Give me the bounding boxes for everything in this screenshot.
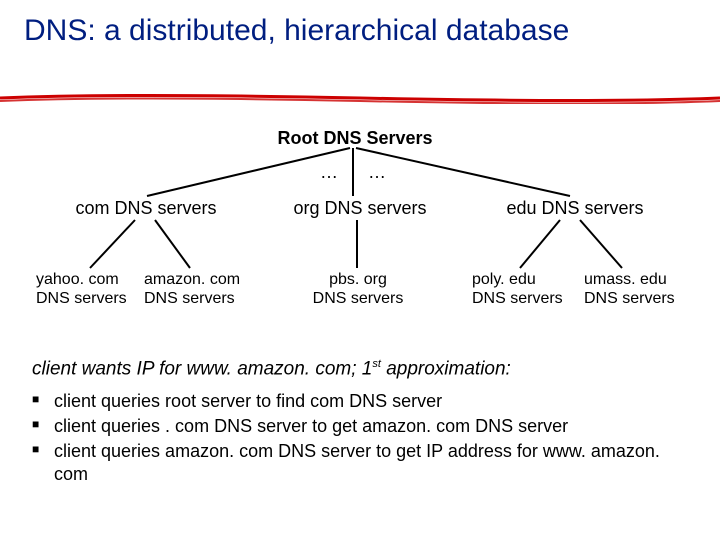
- bullet-item: client queries amazon. com DNS server to…: [32, 440, 692, 486]
- bullet-item: client queries . com DNS server to get a…: [32, 415, 692, 438]
- node-text: poly. edu: [472, 271, 536, 288]
- explanation-block: client wants IP for www. amazon. com; 1s…: [32, 358, 692, 488]
- scenario-prefix: client wants IP for www. amazon. com; 1: [32, 358, 372, 379]
- root-dns-node: Root DNS Servers: [250, 128, 460, 150]
- ellipsis-left: …: [320, 162, 338, 184]
- umass-dns-node: umass. edu DNS servers: [584, 270, 694, 308]
- amazon-dns-node: amazon. com DNS servers: [144, 270, 254, 308]
- node-text: amazon. com: [144, 271, 240, 288]
- org-dns-node: org DNS servers: [280, 198, 440, 220]
- poly-dns-node: poly. edu DNS servers: [472, 270, 572, 308]
- node-text: DNS servers: [144, 290, 235, 307]
- bullet-list: client queries root server to find com D…: [32, 390, 692, 486]
- node-text: umass. edu: [584, 271, 667, 288]
- yahoo-dns-node: yahoo. com DNS servers: [36, 270, 136, 308]
- node-text: DNS servers: [584, 290, 675, 307]
- underline-brush: [0, 94, 720, 104]
- dns-hierarchy-diagram: Root DNS Servers … … com DNS servers org…: [0, 120, 720, 340]
- node-text: DNS servers: [36, 290, 127, 307]
- node-text: DNS servers: [313, 290, 404, 307]
- scenario-suffix: approximation:: [381, 358, 511, 379]
- edu-dns-node: edu DNS servers: [495, 198, 655, 220]
- pbs-dns-node: pbs. org DNS servers: [298, 270, 418, 308]
- slide-title: DNS: a distributed, hierarchical databas…: [24, 14, 569, 47]
- node-text: pbs. org: [329, 271, 387, 288]
- node-text: DNS servers: [472, 290, 563, 307]
- scenario-sup: st: [372, 358, 381, 370]
- node-text: yahoo. com: [36, 271, 119, 288]
- com-dns-node: com DNS servers: [66, 198, 226, 220]
- scenario-text: client wants IP for www. amazon. com; 1s…: [32, 358, 692, 380]
- bullet-item: client queries root server to find com D…: [32, 390, 692, 413]
- ellipsis-right: …: [368, 162, 386, 184]
